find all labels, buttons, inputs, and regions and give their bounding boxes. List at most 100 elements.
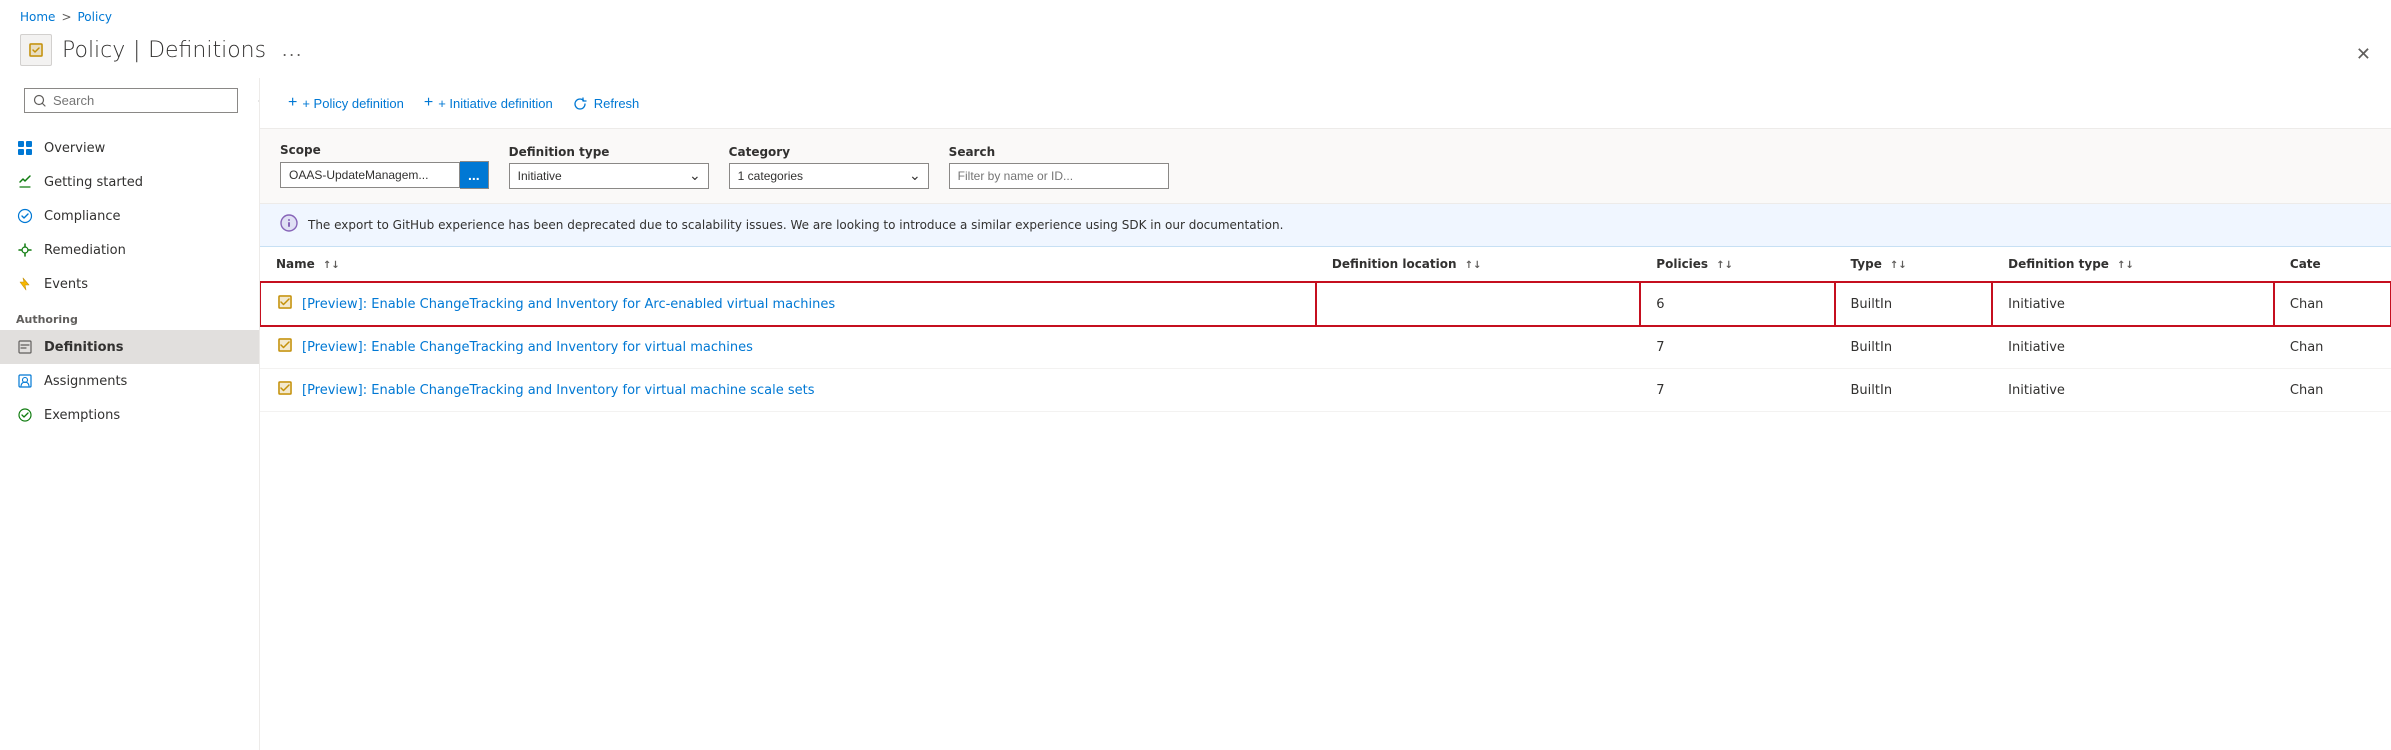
sidebar-item-compliance[interactable]: Compliance xyxy=(0,199,259,233)
policy-icon xyxy=(20,34,52,66)
page-title: Policy | Definitions xyxy=(62,38,266,63)
initiative-definition-label: + Initiative definition xyxy=(438,96,553,111)
definitions-table: Name ↑↓ Definition location ↑↓ Policies … xyxy=(260,247,2391,412)
table-row[interactable]: [Preview]: Enable ChangeTracking and Inv… xyxy=(260,326,2391,369)
refresh-icon xyxy=(573,95,589,111)
cell-policies-2: 7 xyxy=(1640,369,1834,412)
sidebar-item-definitions[interactable]: Definitions xyxy=(0,330,259,364)
cell-category-2: Chan xyxy=(2274,369,2391,412)
policy-link-1[interactable]: [Preview]: Enable ChangeTracking and Inv… xyxy=(276,336,1300,358)
breadcrumb-policy[interactable]: Policy xyxy=(78,10,113,24)
search-input[interactable] xyxy=(53,93,229,108)
policy-definition-label: + Policy definition xyxy=(302,96,404,111)
definitions-icon xyxy=(16,338,34,356)
definition-type-select-wrapper: All Policy definition Initiative xyxy=(509,163,709,189)
cell-policies-1: 7 xyxy=(1640,326,1834,369)
filter-search-label: Search xyxy=(949,145,1169,159)
overview-icon xyxy=(16,139,34,157)
toolbar: + + Policy definition + + Initiative def… xyxy=(260,78,2391,129)
definitions-label: Definitions xyxy=(44,340,124,355)
category-label: Category xyxy=(729,145,929,159)
page-header: Policy | Definitions ... ✕ xyxy=(0,30,2391,78)
assignments-icon xyxy=(16,372,34,390)
category-select[interactable]: 1 categories xyxy=(729,163,929,189)
search-icon xyxy=(33,94,47,108)
sidebar-item-overview[interactable]: Overview xyxy=(0,131,259,165)
cell-category-0: Chan xyxy=(2274,282,2391,326)
table-row[interactable]: [Preview]: Enable ChangeTracking and Inv… xyxy=(260,282,2391,326)
cell-location-0 xyxy=(1316,282,1640,326)
sidebar-item-events[interactable]: Events xyxy=(0,267,259,301)
policy-row-icon-2 xyxy=(276,379,294,401)
plus-icon-2: + xyxy=(424,94,433,112)
breadcrumb: Home > Policy xyxy=(0,0,2391,30)
col-name: Name ↑↓ xyxy=(260,247,1316,282)
initiative-definition-button[interactable]: + + Initiative definition xyxy=(416,88,561,118)
policy-name-0: [Preview]: Enable ChangeTracking and Inv… xyxy=(302,297,835,312)
refresh-button[interactable]: Refresh xyxy=(565,89,648,117)
sidebar-item-getting-started[interactable]: Getting started xyxy=(0,165,259,199)
sidebar-item-assignments[interactable]: Assignments xyxy=(0,364,259,398)
sidebar-item-exemptions[interactable]: Exemptions xyxy=(0,398,259,432)
content-area: + + Policy definition + + Initiative def… xyxy=(260,78,2391,750)
scope-filter-group: Scope ... xyxy=(280,143,489,189)
policy-name-2: [Preview]: Enable ChangeTracking and Inv… xyxy=(302,383,814,398)
col-definition-location: Definition location ↑↓ xyxy=(1316,247,1640,282)
cell-definition-type-1: Initiative xyxy=(1992,326,2274,369)
policies-sort-icon[interactable]: ↑↓ xyxy=(1716,260,1733,271)
cell-type-0: BuiltIn xyxy=(1835,282,1993,326)
name-sort-icon[interactable]: ↑↓ xyxy=(323,260,340,271)
definition-type-select[interactable]: All Policy definition Initiative xyxy=(509,163,709,189)
notice-text: The export to GitHub experience has been… xyxy=(308,218,1283,232)
scope-dots-button[interactable]: ... xyxy=(460,161,489,189)
category-filter-group: Category 1 categories xyxy=(729,145,929,189)
filter-search-input[interactable] xyxy=(949,163,1169,189)
definition-type-label: Definition type xyxy=(509,145,709,159)
cell-definition-type-0: Initiative xyxy=(1992,282,2274,326)
scope-input[interactable] xyxy=(280,162,460,188)
cell-name-0: [Preview]: Enable ChangeTracking and Inv… xyxy=(260,282,1316,326)
definition-type-sort-icon[interactable]: ↑↓ xyxy=(2117,260,2134,271)
sidebar-item-remediation[interactable]: Remediation xyxy=(0,233,259,267)
getting-started-label: Getting started xyxy=(44,175,143,190)
close-button[interactable]: ✕ xyxy=(2356,44,2371,65)
plus-icon: + xyxy=(288,94,297,112)
cell-definition-type-2: Initiative xyxy=(1992,369,2274,412)
overview-label: Overview xyxy=(44,141,105,156)
cell-name-1: [Preview]: Enable ChangeTracking and Inv… xyxy=(260,326,1316,369)
definition-location-sort-icon[interactable]: ↑↓ xyxy=(1465,260,1482,271)
col-policies: Policies ↑↓ xyxy=(1640,247,1834,282)
compliance-icon xyxy=(16,207,34,225)
table-container: Name ↑↓ Definition location ↑↓ Policies … xyxy=(260,247,2391,750)
table-row[interactable]: [Preview]: Enable ChangeTracking and Inv… xyxy=(260,369,2391,412)
policy-name-1: [Preview]: Enable ChangeTracking and Inv… xyxy=(302,340,753,355)
exemptions-label: Exemptions xyxy=(44,408,120,423)
table-header-row: Name ↑↓ Definition location ↑↓ Policies … xyxy=(260,247,2391,282)
policy-link-0[interactable]: [Preview]: Enable ChangeTracking and Inv… xyxy=(276,293,1300,315)
ellipsis-button[interactable]: ... xyxy=(276,38,309,63)
col-category: Cate xyxy=(2274,247,2391,282)
sidebar-search[interactable] xyxy=(24,88,238,113)
policy-row-icon-1 xyxy=(276,336,294,358)
remediation-icon xyxy=(16,241,34,259)
remediation-label: Remediation xyxy=(44,243,126,258)
events-icon xyxy=(16,275,34,293)
type-sort-icon[interactable]: ↑↓ xyxy=(1890,260,1907,271)
cell-category-1: Chan xyxy=(2274,326,2391,369)
events-label: Events xyxy=(44,277,88,292)
policy-link-2[interactable]: [Preview]: Enable ChangeTracking and Inv… xyxy=(276,379,1300,401)
cell-type-2: BuiltIn xyxy=(1835,369,1993,412)
compliance-label: Compliance xyxy=(44,209,121,224)
authoring-section-header: Authoring xyxy=(0,301,259,330)
breadcrumb-home[interactable]: Home xyxy=(20,10,55,24)
notice-bar: The export to GitHub experience has been… xyxy=(260,204,2391,247)
cell-location-1 xyxy=(1316,326,1640,369)
col-definition-type: Definition type ↑↓ xyxy=(1992,247,2274,282)
scope-label: Scope xyxy=(280,143,489,157)
assignments-label: Assignments xyxy=(44,374,127,389)
definition-type-filter-group: Definition type All Policy definition In… xyxy=(509,145,709,189)
policy-definition-button[interactable]: + + Policy definition xyxy=(280,88,412,118)
refresh-label: Refresh xyxy=(594,96,640,111)
sidebar: « Overview Getting started Compliance xyxy=(0,78,260,750)
breadcrumb-separator: > xyxy=(61,10,71,24)
